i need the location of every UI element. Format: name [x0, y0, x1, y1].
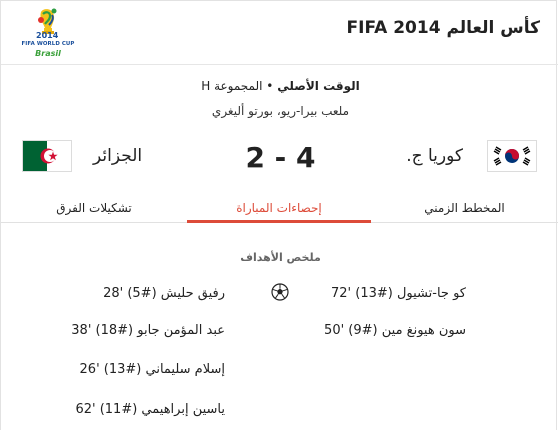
- goal-left-1: رفيق حليش (#5) '28: [103, 286, 225, 301]
- meta-separator: •: [266, 79, 274, 93]
- world-cup-logo: 2014 FIFA WORLD CUP Brasil: [21, 6, 75, 60]
- goal-left-2: عبد المؤمن جابو (#18) '38: [71, 323, 225, 338]
- goal-left-4: ياسين إبراهيمي (#11) '62: [75, 402, 225, 417]
- match-time-label: الوقت الأصلي: [277, 79, 360, 93]
- tab-timeline[interactable]: المخطط الزمني: [371, 194, 558, 222]
- tab-lineups[interactable]: تشكيلات الفرق: [1, 194, 187, 222]
- card-header: 2014 FIFA WORLD CUP Brasil كأس العالم FI…: [1, 1, 558, 65]
- match-meta: الوقت الأصلي • المجموعة H: [1, 79, 559, 93]
- match-group: المجموعة H: [201, 79, 263, 93]
- goal-right-1: كو جا-تشيول (#13) '72: [331, 286, 466, 301]
- match-card: 2014 FIFA WORLD CUP Brasil كأس العالم FI…: [0, 0, 559, 430]
- team-name-right[interactable]: كوريا ج.: [406, 146, 463, 166]
- goal-left-3: إسلام سليماني (#13) '26: [79, 362, 225, 377]
- page-title: كأس العالم FIFA 2014: [346, 18, 540, 38]
- logo-line2: Brasil: [35, 49, 61, 58]
- tab-bar: تشكيلات الفرق إحصاءات المباراة المخطط ال…: [1, 194, 558, 223]
- logo-line1: FIFA WORLD CUP: [21, 41, 75, 47]
- active-tab-indicator: [187, 220, 371, 223]
- match-venue: ملعب بيرا-ريو، بورتو أليغري: [211, 104, 350, 118]
- goals-summary-title: ملخص الأهداف: [240, 251, 321, 264]
- soccer-ball-icon: [271, 283, 289, 301]
- south-korea-flag: [487, 140, 537, 172]
- match-score: 2 - 4: [245, 141, 316, 174]
- goal-right-2: سون هيونغ مين (#9) '50: [324, 323, 466, 338]
- svg-text:2014: 2014: [36, 31, 59, 40]
- tab-match-stats[interactable]: إحصاءات المباراة: [187, 194, 371, 222]
- trophy-icon: 2014: [36, 8, 59, 40]
